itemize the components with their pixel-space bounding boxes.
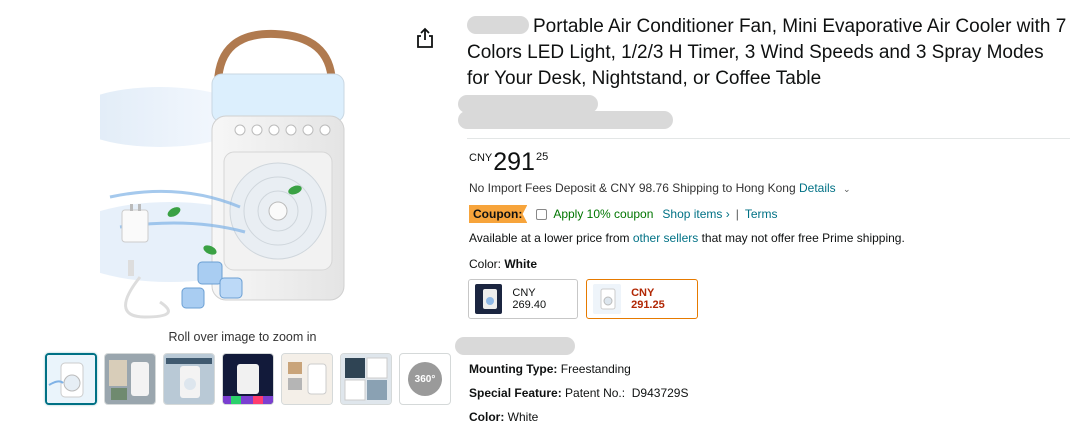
lower-price-suffix: that may not offer free Prime shipping. <box>701 231 905 245</box>
thumbnail-strip: 360° <box>45 353 451 405</box>
option-image <box>475 284 503 314</box>
thumbnail-3[interactable] <box>163 353 215 405</box>
color-option-2[interactable]: CNY 291.25 <box>586 279 698 319</box>
shipping-details-link[interactable]: Details <box>799 181 836 195</box>
option-image <box>593 284 622 314</box>
spec-color: Color: White <box>469 410 538 424</box>
spec-special-feature: Special Feature: Patent No.: D943729S <box>469 386 688 400</box>
spec-label: Special Feature: <box>469 386 562 400</box>
color-option-1[interactable]: CNY 269.40 <box>468 279 578 319</box>
spec-label: Mounting Type: <box>469 362 558 376</box>
spec-value: White <box>507 410 539 424</box>
thumbnail-360-view[interactable]: 360° <box>399 353 451 405</box>
thumbnail-5[interactable] <box>281 353 333 405</box>
divider <box>467 138 1070 139</box>
apply-coupon-label[interactable]: Apply 10% coupon <box>553 207 653 221</box>
color-value: White <box>504 257 538 271</box>
thumbnail-4[interactable] <box>222 353 274 405</box>
color-selector-label: Color: White <box>469 257 537 271</box>
shipping-text: No Import Fees Deposit & CNY 98.76 Shipp… <box>469 181 796 195</box>
main-product-image[interactable] <box>100 12 385 324</box>
coupon-badge: Coupon: <box>469 205 528 223</box>
spec-value: Patent No.: D943729S <box>565 386 689 400</box>
redacted-rating <box>458 111 673 129</box>
share-icon[interactable] <box>415 27 435 49</box>
spec-label: Color: <box>469 410 505 424</box>
chevron-down-icon[interactable]: ⌄ <box>843 184 851 194</box>
lower-price-prefix: Available at a lower price from <box>469 231 630 245</box>
price-whole: 291 <box>493 148 535 176</box>
lower-price-notice: Available at a lower price from other se… <box>469 231 905 245</box>
redacted-section-heading <box>455 337 575 355</box>
thumbnail-2[interactable] <box>104 353 156 405</box>
option-price: CNY 269.40 <box>512 287 547 311</box>
thumbnail-6[interactable] <box>340 353 392 405</box>
shop-items-link[interactable]: Shop items › <box>662 207 729 221</box>
coupon-checkbox[interactable] <box>536 208 548 220</box>
coupon-row: Coupon: Apply 10% coupon Shop items › | … <box>469 205 778 223</box>
shipping-info: No Import Fees Deposit & CNY 98.76 Shipp… <box>469 181 851 195</box>
price: CNY 291 25 <box>469 148 548 176</box>
color-label: Color: <box>469 257 502 271</box>
spec-value: Freestanding <box>560 362 631 376</box>
spec-mounting-type: Mounting Type: Freestanding <box>469 362 631 376</box>
terms-link[interactable]: Terms <box>745 207 778 221</box>
product-title: Portable Air Conditioner Fan, Mini Evapo… <box>467 14 1067 92</box>
redacted-brand <box>467 16 529 34</box>
zoom-hint: Roll over image to zoom in <box>168 330 317 344</box>
price-currency: CNY <box>469 152 493 164</box>
rotate-360-icon: 360° <box>408 362 442 396</box>
separator: | <box>735 207 739 221</box>
product-title-text: Portable Air Conditioner Fan, Mini Evapo… <box>467 16 1067 89</box>
option-price: CNY 291.25 <box>631 287 665 311</box>
other-sellers-link[interactable]: other sellers <box>633 231 698 245</box>
price-fraction: 25 <box>535 151 549 163</box>
thumbnail-1[interactable] <box>45 353 97 405</box>
